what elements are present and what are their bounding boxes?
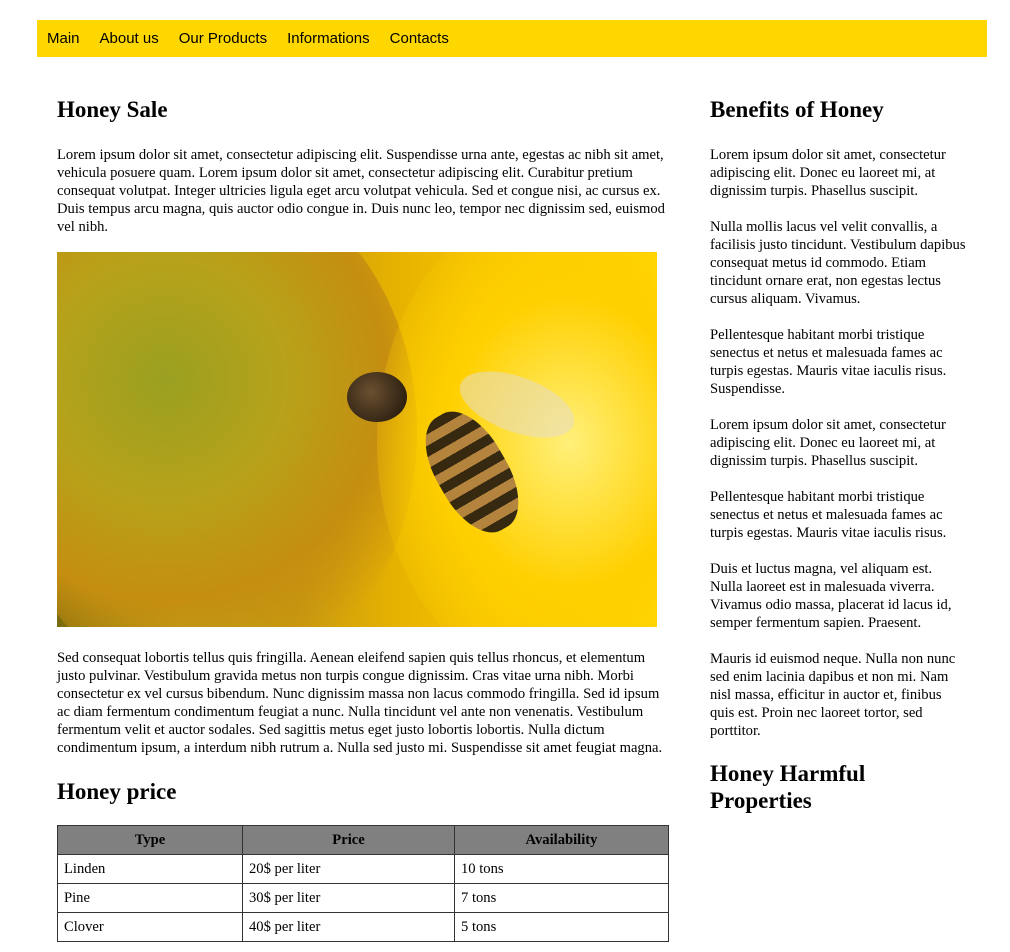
sidebar-paragraph: Lorem ipsum dolor sit amet, consectetur …	[710, 417, 946, 469]
column-header-type: Type	[57, 825, 243, 855]
main-content: Honey Sale Lorem ipsum dolor sit amet, c…	[57, 94, 669, 942]
cell-availability: 10 tons	[454, 854, 669, 884]
column-header-price: Price	[242, 825, 455, 855]
sunflower-seeds-graphic	[57, 252, 417, 627]
cell-price: 40$ per liter	[242, 912, 455, 942]
top-nav: Main About us Our Products Informations …	[37, 20, 987, 57]
nav-link-about-us[interactable]: About us	[100, 30, 159, 47]
cell-type: Clover	[57, 912, 243, 942]
sidebar-paragraph: Nulla mollis lacus vel velit convallis, …	[710, 219, 966, 307]
table-row: Pine 30$ per liter 7 tons	[57, 883, 669, 913]
cell-price: 20$ per liter	[242, 854, 455, 884]
price-table: Type Price Availability Linden 20$ per l…	[57, 825, 669, 942]
table-row: Linden 20$ per liter 10 tons	[57, 854, 669, 884]
sidebar-title: Benefits of Honey	[710, 97, 884, 122]
bee-on-sunflower-image	[57, 252, 657, 627]
column-header-availability: Availability	[454, 825, 669, 855]
sidebar-paragraph: Duis et luctus magna, vel aliquam est. N…	[710, 561, 952, 631]
harmful-section-title: Honey Harmful Properties	[710, 761, 866, 813]
sidebar-paragraph: Lorem ipsum dolor sit amet, consectetur …	[710, 147, 946, 199]
nav-link-informations[interactable]: Informations	[287, 30, 370, 47]
cell-availability: 7 tons	[454, 883, 669, 913]
cell-type: Linden	[57, 854, 243, 884]
sunflower-petals-graphic	[377, 252, 657, 627]
description-paragraph: Sed consequat lobortis tellus quis fring…	[57, 650, 663, 756]
intro-paragraph: Lorem ipsum dolor sit amet, consectetur …	[57, 147, 665, 235]
table-row: Clover 40$ per liter 5 tons	[57, 912, 669, 942]
nav-link-main[interactable]: Main	[47, 30, 80, 47]
sidebar: Benefits of Honey Lorem ipsum dolor sit …	[710, 94, 968, 814]
nav-link-contacts[interactable]: Contacts	[390, 30, 449, 47]
cell-availability: 5 tons	[454, 912, 669, 942]
table-header-row: Type Price Availability	[57, 825, 669, 855]
sidebar-paragraph: Mauris id euismod neque. Nulla non nunc …	[710, 651, 956, 739]
sidebar-paragraph: Pellentesque habitant morbi tristique se…	[710, 489, 947, 541]
cell-type: Pine	[57, 883, 243, 913]
nav-link-our-products[interactable]: Our Products	[179, 30, 267, 47]
price-section-title: Honey price	[57, 779, 177, 804]
bee-head-graphic	[347, 372, 407, 422]
page-title: Honey Sale	[57, 97, 168, 122]
cell-price: 30$ per liter	[242, 883, 455, 913]
sidebar-paragraph: Pellentesque habitant morbi tristique se…	[710, 327, 947, 397]
